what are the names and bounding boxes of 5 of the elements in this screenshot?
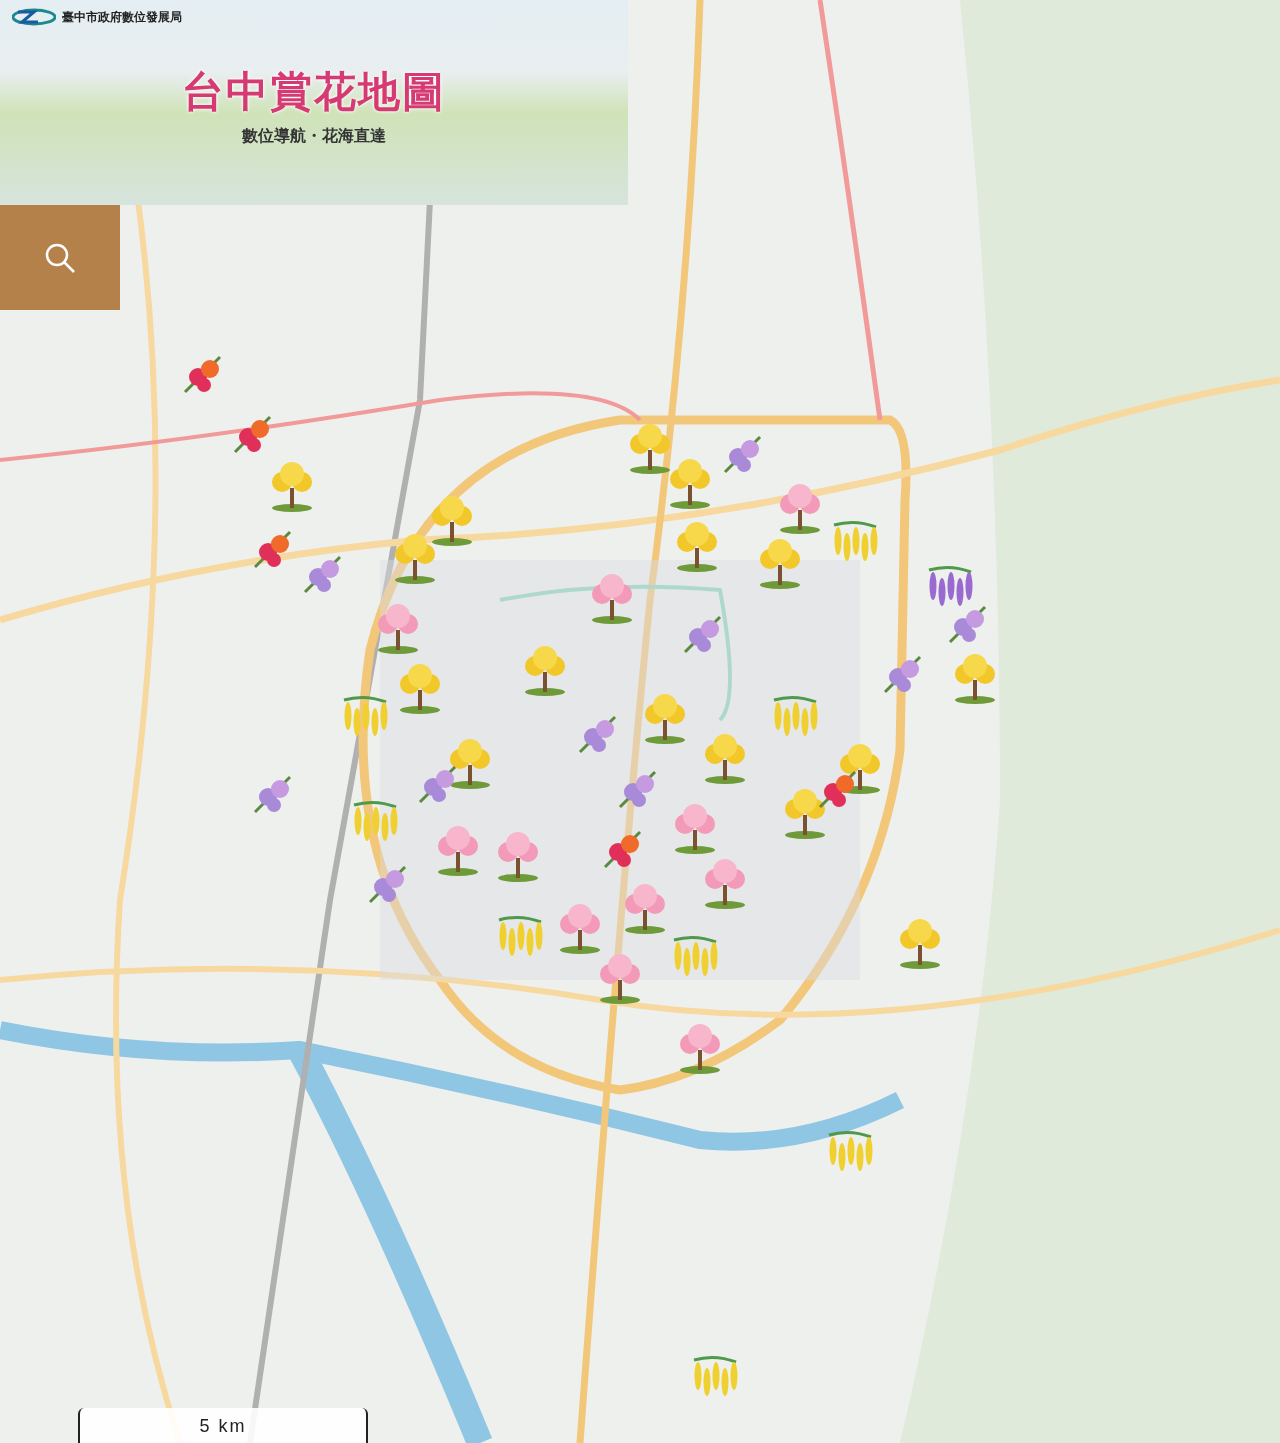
logo-icon [12,8,56,26]
agency-name: 臺中市政府數位發展局 [62,8,182,26]
banner-subtitle: 數位導航・花海直達 [242,126,386,147]
scale-label: 5 km [199,1416,247,1438]
banner-title: 台中賞花地圖 [182,66,446,118]
